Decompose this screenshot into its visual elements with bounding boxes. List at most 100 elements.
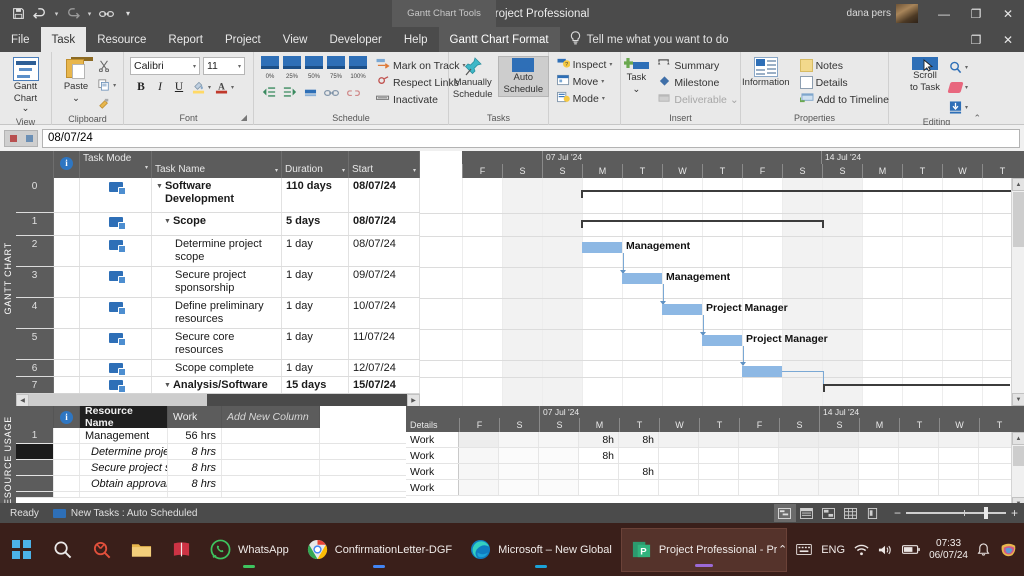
row-task-mode[interactable]	[80, 178, 152, 212]
percent-0-button[interactable]: 0%	[261, 56, 279, 81]
keyboard-icon[interactable]	[796, 544, 812, 555]
new-tasks-mode[interactable]: New Tasks : Auto Scheduled	[53, 508, 198, 519]
taskbar-app-edge[interactable]: Microsoft – New Global	[461, 528, 621, 572]
reports-view-button[interactable]	[862, 504, 884, 522]
team-planner-view-button[interactable]	[818, 504, 840, 522]
detail-cell[interactable]: 8h	[619, 432, 659, 447]
ru-vscroll-up-arrow[interactable]: ▲	[1012, 432, 1024, 445]
row-duration[interactable]: 110 days	[282, 178, 349, 212]
save-icon[interactable]	[8, 4, 28, 24]
task-information-button[interactable]: Information	[737, 56, 795, 90]
manually-schedule-button[interactable]: Manually Schedule	[448, 56, 498, 101]
gantt-chart-view-button[interactable]	[774, 504, 796, 522]
percent-25-button[interactable]: 25%	[283, 56, 301, 81]
task-mode-filter-icon[interactable]: ▾	[145, 163, 148, 174]
zoom-slider[interactable]	[906, 512, 1006, 514]
list-item[interactable]: Secure project sponso 8 hrs	[16, 460, 406, 476]
row-duration[interactable]: 1 day	[282, 298, 349, 328]
inspect-button[interactable]: ? Inspect ▾	[554, 56, 616, 73]
list-item[interactable]	[16, 492, 406, 498]
gantt-bar[interactable]	[702, 335, 742, 346]
task-table-hscrollbar[interactable]: ◀ ▶	[16, 393, 420, 406]
row-start[interactable]: 08/07/24	[349, 213, 420, 235]
restore-button[interactable]: ❐	[960, 0, 992, 27]
account-name[interactable]: dana pers	[847, 8, 891, 19]
detail-cell[interactable]	[539, 448, 579, 463]
detail-cell[interactable]	[459, 480, 499, 495]
underline-button[interactable]: U	[170, 78, 188, 96]
font-size-combobox[interactable]: 11 ▾	[203, 57, 245, 75]
redo-dropdown-icon[interactable]: ▾	[85, 10, 94, 18]
clear-icon[interactable]	[947, 78, 965, 96]
detail-cell[interactable]	[659, 448, 699, 463]
ru-row-work[interactable]: 8 hrs	[168, 460, 222, 475]
tell-me-search[interactable]: Tell me what you want to do	[560, 27, 739, 52]
ru-column-header-info[interactable]: i	[54, 406, 80, 428]
clear-dropdown-icon[interactable]: ▾	[965, 84, 968, 91]
detail-cell[interactable]	[459, 464, 499, 479]
row-task-name[interactable]: ▼Analysis/Software	[152, 377, 282, 393]
ru-column-header-resource-name[interactable]: Resource Name	[80, 406, 168, 428]
indent-icon[interactable]	[283, 85, 297, 103]
collapse-triangle-icon[interactable]: ▼	[156, 180, 163, 193]
resource-sheet-view-button[interactable]	[840, 504, 862, 522]
percent-75-button[interactable]: 75%	[327, 56, 345, 81]
ru-row-work[interactable]: 8 hrs	[168, 444, 222, 459]
row-duration[interactable]: 1 day	[282, 236, 349, 266]
copilot-icon[interactable]	[999, 540, 1018, 559]
tab-report[interactable]: Report	[157, 27, 214, 52]
detail-cell[interactable]	[459, 432, 499, 447]
row-task-mode[interactable]	[80, 377, 152, 393]
ru-row-work[interactable]	[168, 492, 222, 497]
detail-row[interactable]: Work	[406, 480, 1024, 496]
gantt-view-sideband[interactable]: GANTT CHART	[0, 151, 16, 406]
detail-cell[interactable]	[579, 480, 619, 495]
font-size-dropdown-icon[interactable]: ▾	[238, 63, 241, 70]
table-row[interactable]: 6 Scope complete 1 day 12/07/24	[16, 360, 420, 377]
entry-input[interactable]: 08/07/24	[42, 129, 1020, 148]
row-start[interactable]: 08/07/24	[349, 178, 420, 212]
row-duration[interactable]: 15 days	[282, 377, 349, 393]
ru-row-add-new[interactable]	[222, 428, 320, 443]
italic-button[interactable]: I	[151, 78, 169, 96]
add-to-timeline-button[interactable]: Add to Timeline	[797, 91, 892, 108]
gantt-bar[interactable]	[582, 242, 622, 253]
percent-100-button[interactable]: 100%	[349, 56, 367, 81]
paste-button[interactable]: Paste ⌄	[59, 56, 93, 105]
detail-cell[interactable]	[499, 464, 539, 479]
table-row[interactable]: 2 Determine project scope 1 day 08/07/24	[16, 236, 420, 267]
collapse-ribbon-icon[interactable]: ⌃	[973, 113, 981, 124]
detail-cell[interactable]	[779, 480, 819, 495]
detail-row[interactable]: Work 8h	[406, 448, 1024, 464]
detail-cell[interactable]	[619, 448, 659, 463]
detail-cell[interactable]	[459, 448, 499, 463]
tab-project[interactable]: Project	[214, 27, 272, 52]
windows-start-icon[interactable]	[0, 528, 43, 572]
row-start[interactable]: 11/07/24	[349, 329, 420, 359]
detail-cell[interactable]	[659, 480, 699, 495]
insert-task-dropdown-icon[interactable]: ⌄	[632, 85, 640, 96]
bold-button[interactable]: B	[132, 78, 150, 96]
table-row[interactable]: 3 Secure project sponsorship 1 day 09/07…	[16, 267, 420, 298]
detail-cell[interactable]	[819, 432, 859, 447]
start-filter-icon[interactable]: ▾	[413, 167, 416, 174]
vscroll-thumb[interactable]	[1013, 192, 1024, 247]
file-explorer-icon[interactable]	[121, 528, 162, 572]
row-task-name[interactable]: ▼Software Development	[152, 178, 282, 212]
gantt-bar[interactable]	[662, 304, 702, 315]
close-button[interactable]: ✕	[992, 0, 1024, 27]
table-row[interactable]: 4 Define preliminary resources 1 day 10/…	[16, 298, 420, 329]
fill-down-dropdown-icon[interactable]: ▾	[965, 104, 968, 111]
font-color-dropdown-icon[interactable]: ▾	[231, 84, 234, 91]
minimize-button[interactable]: —	[928, 0, 960, 27]
avatar[interactable]	[896, 4, 918, 23]
ru-row-add-new[interactable]	[222, 492, 320, 497]
ru-row-work[interactable]: 8 hrs	[168, 476, 222, 491]
gantt-chart-body[interactable]: Management Management Project Manager Pr…	[420, 178, 1024, 406]
taskbar-app-project[interactable]: P Project Professional - Pr	[621, 528, 788, 572]
row-duration[interactable]: 5 days	[282, 213, 349, 235]
row-task-name[interactable]: Scope complete	[152, 360, 282, 376]
ru-column-header-id[interactable]	[16, 406, 54, 428]
detail-row[interactable]: Work 8h	[406, 464, 1024, 480]
vscroll-down-arrow[interactable]: ▼	[1012, 393, 1024, 406]
